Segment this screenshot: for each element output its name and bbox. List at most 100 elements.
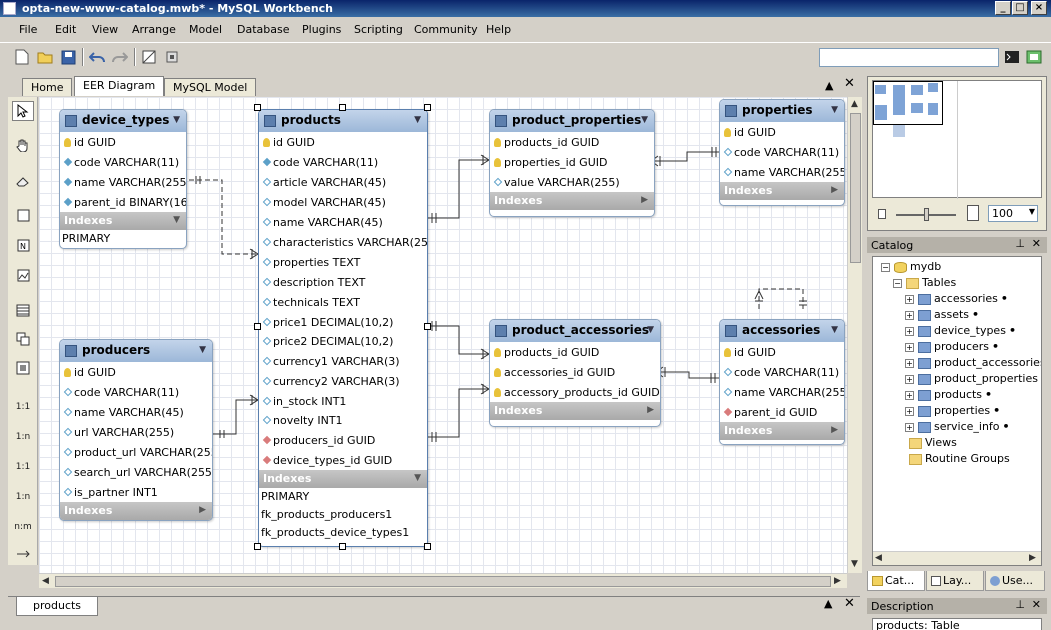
column-row[interactable]: url VARCHAR(255) (60, 422, 212, 442)
index-row[interactable]: fk_products_producers1 (259, 506, 427, 524)
column-row[interactable]: code VARCHAR(11) (60, 382, 212, 402)
column-row[interactable]: value VARCHAR(255) (490, 172, 654, 192)
tree-item-table[interactable]: + service_info • (905, 420, 1010, 433)
expand-icon[interactable]: + (905, 422, 914, 432)
expand-icon[interactable]: + (905, 374, 914, 384)
hand-tool-icon[interactable] (12, 135, 34, 155)
entity-header[interactable]: product_accessories ▼ (490, 320, 660, 342)
selection-handle[interactable] (254, 543, 261, 550)
selection-handle[interactable] (424, 104, 431, 111)
scroll-right-icon[interactable]: ▶ (834, 576, 841, 586)
column-row[interactable]: currency2 VARCHAR(3) (259, 371, 427, 391)
tree-item-table[interactable]: + device_types • (905, 324, 1016, 337)
new-file-icon[interactable] (12, 47, 32, 67)
close-panel-icon[interactable]: ✕ (1032, 237, 1041, 250)
expand-arrow-icon[interactable]: ▶ (831, 425, 838, 435)
menu-edit[interactable]: Edit (55, 23, 76, 36)
column-row[interactable]: id GUID (60, 362, 212, 382)
menu-file[interactable]: File (19, 23, 37, 36)
tab-layers[interactable]: Lay... (926, 571, 984, 591)
expand-arrow-icon[interactable]: ▶ (199, 505, 206, 515)
close-panel-icon[interactable]: ✕ (1032, 598, 1041, 611)
minimize-button[interactable]: _ (995, 1, 1011, 15)
image-tool-icon[interactable] (12, 265, 34, 285)
selection-handle[interactable] (254, 104, 261, 111)
menu-help[interactable]: Help (486, 23, 511, 36)
tree-item-views[interactable]: Views (909, 436, 957, 449)
relationship-1-n-tool[interactable]: 1:n (12, 427, 34, 447)
indexes-header[interactable]: Indexes ▼ (259, 470, 427, 488)
column-row[interactable]: currency1 VARCHAR(3) (259, 351, 427, 371)
menu-scripting[interactable]: Scripting (354, 23, 403, 36)
search-input[interactable] (819, 48, 999, 67)
undo-icon[interactable] (87, 47, 107, 67)
scroll-up-icon[interactable]: ▲ (851, 99, 858, 109)
scroll-left-icon[interactable]: ◀ (875, 553, 882, 563)
selection-handle[interactable] (339, 104, 346, 111)
collapse-arrow-icon[interactable]: ▼ (831, 325, 838, 335)
collapse-arrow-icon[interactable]: ▼ (199, 345, 206, 355)
eraser-tool-icon[interactable] (12, 171, 34, 191)
sql-console-icon[interactable] (1002, 47, 1022, 67)
index-row[interactable]: PRIMARY (259, 488, 427, 506)
align-grid-icon[interactable] (162, 47, 182, 67)
entity-device-types[interactable]: device_types ▼ id GUID code VARCHAR(11) n… (59, 109, 187, 249)
catalog-tree[interactable]: − mydb − Tables + accessories • + assets • + de… (872, 256, 1042, 566)
collapse-icon[interactable]: − (881, 262, 890, 272)
pin-icon[interactable]: ⊥ (1015, 598, 1025, 611)
selection-handle[interactable] (424, 543, 431, 550)
panels-toggle-icon[interactable] (1024, 47, 1044, 67)
column-row[interactable]: price1 DECIMAL(10,2) (259, 312, 427, 331)
column-row[interactable]: products_id GUID (490, 342, 660, 362)
expand-arrow-icon[interactable]: ▶ (831, 185, 838, 195)
relationship-1-1-tool[interactable]: 1:1 (12, 397, 34, 417)
tree-item-table[interactable]: + properties • (905, 404, 1000, 417)
column-row[interactable]: name VARCHAR(255) (60, 172, 186, 192)
menu-view[interactable]: View (92, 23, 118, 36)
tree-item-db[interactable]: − mydb (881, 260, 941, 273)
expand-icon[interactable]: + (905, 358, 914, 368)
indexes-header[interactable]: Indexes ▶ (490, 402, 660, 420)
entity-accessories[interactable]: accessories ▼ id GUID code VARCHAR(11) na… (719, 319, 845, 445)
column-row[interactable]: product_url VARCHAR(255) (60, 442, 212, 462)
column-row[interactable]: code VARCHAR(11) (60, 152, 186, 172)
selection-handle[interactable] (339, 543, 346, 550)
close-tab-icon[interactable]: ✕ (844, 596, 855, 611)
column-row[interactable]: name VARCHAR(45) (259, 212, 427, 232)
scroll-left-icon[interactable]: ◀ (42, 576, 49, 586)
expand-icon[interactable]: + (905, 390, 914, 400)
column-row[interactable]: parent_id GUID (720, 402, 844, 422)
note-tool-icon[interactable]: N (12, 235, 34, 255)
entity-product-properties[interactable]: product_properties ▼ products_id GUID pro… (489, 109, 655, 217)
tree-item-table[interactable]: + assets • (905, 308, 979, 321)
pin-icon[interactable]: ⊥ (1015, 237, 1025, 250)
description-select[interactable]: products: Table (872, 618, 1042, 630)
selection-handle[interactable] (424, 323, 431, 330)
entity-producers[interactable]: producers ▼ id GUID code VARCHAR(11) name… (59, 339, 213, 521)
menu-model[interactable]: Model (189, 23, 222, 36)
collapse-arrow-icon[interactable]: ▼ (414, 473, 421, 483)
zoom-in-icon[interactable] (967, 205, 979, 221)
index-row[interactable]: fk_products_device_types1 (259, 524, 427, 542)
tree-item-routine-groups[interactable]: Routine Groups (909, 452, 1010, 465)
tab-mysql-model[interactable]: MySQL Model (164, 78, 257, 96)
column-row[interactable]: device_types_id GUID (259, 450, 427, 470)
tree-item-table[interactable]: + product_properties (905, 372, 1038, 385)
entity-products[interactable]: products ▼ id GUID code VARCHAR(11) artic… (258, 109, 428, 547)
save-icon[interactable] (58, 47, 78, 67)
column-row[interactable]: name VARCHAR(45) (60, 402, 212, 422)
column-row[interactable]: accessories_id GUID (490, 362, 660, 382)
pointer-tool-icon[interactable] (12, 101, 34, 121)
layer-tool-icon[interactable] (12, 205, 34, 225)
collapse-arrow-icon[interactable]: ▼ (641, 115, 648, 125)
menu-community[interactable]: Community (414, 23, 478, 36)
column-row[interactable]: search_url VARCHAR(255) (60, 462, 212, 482)
column-row[interactable]: id GUID (60, 132, 186, 152)
close-button[interactable]: × (1031, 1, 1047, 15)
column-row[interactable]: name VARCHAR(255) (720, 162, 844, 182)
entity-header[interactable]: producers ▼ (60, 340, 212, 362)
maximize-button[interactable]: □ (1012, 1, 1028, 15)
collapse-icon[interactable]: − (893, 278, 902, 288)
column-row[interactable]: in_stock INT1 (259, 391, 427, 410)
column-row[interactable]: description TEXT (259, 272, 427, 292)
